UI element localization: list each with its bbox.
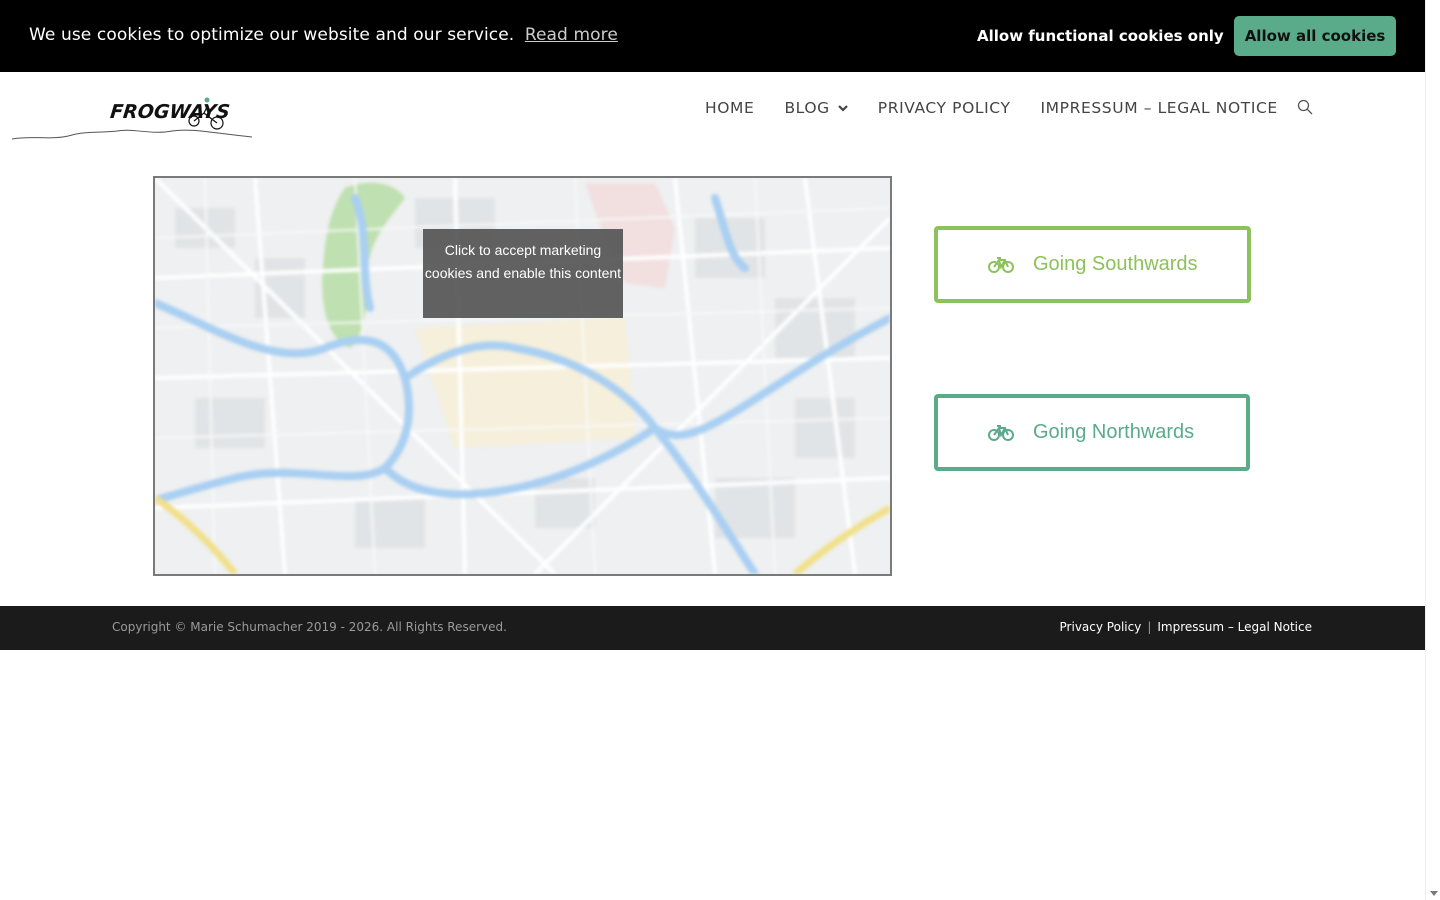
cookie-message-text: We use cookies to optimize our website a…: [29, 25, 515, 45]
footer-links: Privacy Policy | Impressum – Legal Notic…: [1060, 620, 1312, 634]
nav-privacy-policy-label: PRIVACY POLICY: [877, 99, 1011, 117]
nav-impressum[interactable]: IMPRESSUM – LEGAL NOTICE: [1041, 97, 1278, 119]
bicycle-icon: [988, 424, 1014, 441]
cookie-message: We use cookies to optimize our website a…: [29, 25, 618, 45]
site-logo[interactable]: FROGWAYS: [11, 95, 254, 145]
footer-impressum-link[interactable]: Impressum – Legal Notice: [1157, 620, 1312, 634]
main-navigation: HOME BLOG PRIVACY POLICY IMPRESSUM – LEG…: [705, 97, 1308, 119]
read-more-link[interactable]: Read more: [525, 25, 618, 45]
nav-blog-label: BLOG: [784, 99, 830, 117]
allow-functional-cookies-button[interactable]: Allow functional cookies only: [970, 16, 1231, 56]
bicycle-icon: [988, 256, 1014, 273]
cookie-consent-bar: We use cookies to optimize our website a…: [0, 0, 1425, 72]
going-northwards-label: Going Northwards: [1033, 421, 1195, 443]
copyright-text: Copyright © Marie Schumacher 2019 - 2026…: [112, 620, 507, 634]
nav-blog[interactable]: BLOG: [784, 97, 848, 119]
nav-privacy-policy[interactable]: PRIVACY POLICY: [878, 97, 1011, 119]
chevron-down-icon: [837, 105, 848, 112]
nav-impressum-label: IMPRESSUM – LEGAL NOTICE: [1040, 99, 1278, 117]
going-southwards-label: Going Southwards: [1033, 253, 1198, 275]
footer-privacy-policy-link[interactable]: Privacy Policy: [1060, 620, 1142, 634]
page-scrollbar[interactable]: [1425, 0, 1440, 900]
site-footer: Copyright © Marie Schumacher 2019 - 2026…: [0, 606, 1425, 650]
map-embed: Click to accept marketing cookies and en…: [153, 176, 892, 576]
map-consent-overlay[interactable]: Click to accept marketing cookies and en…: [423, 229, 623, 318]
allow-all-cookies-button[interactable]: Allow all cookies: [1234, 16, 1396, 56]
search-icon[interactable]: [1297, 99, 1313, 115]
scroll-down-arrow-icon[interactable]: [1430, 891, 1438, 896]
going-northwards-button[interactable]: Going Northwards: [934, 394, 1250, 471]
footer-separator: |: [1147, 620, 1152, 634]
going-southwards-button[interactable]: Going Southwards: [934, 226, 1251, 303]
nav-home[interactable]: HOME: [705, 97, 754, 119]
nav-home-label: HOME: [705, 99, 755, 117]
